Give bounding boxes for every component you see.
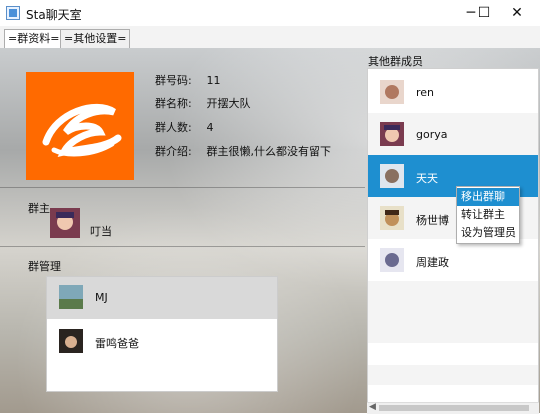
divider <box>0 246 365 247</box>
group-number-label: 群号码: <box>155 74 192 87</box>
empty-row <box>368 365 538 385</box>
group-count-label: 群人数: <box>155 121 192 134</box>
window-title: Sta聊天室 <box>26 8 82 22</box>
group-intro-label: 群介绍: <box>155 145 192 158</box>
group-name-value: 开摆大队 <box>206 97 251 110</box>
menu-item-transfer-owner[interactable]: 转让群主 <box>457 206 519 224</box>
members-title: 其他群成员 <box>368 55 423 68</box>
list-item[interactable]: ren <box>368 71 538 113</box>
member-name: 杨世博 <box>416 214 449 227</box>
member-name: ren <box>416 86 435 99</box>
group-logo <box>26 72 134 180</box>
menu-item-remove-from-group[interactable]: 移出群聊 <box>457 188 519 206</box>
group-name-label: 群名称: <box>155 97 192 110</box>
admin-name: 雷鸣爸爸 <box>95 337 139 350</box>
owner-name[interactable]: 叮当 <box>90 223 112 239</box>
tab-group-info[interactable]: =群资料= <box>4 29 64 49</box>
empty-row <box>368 281 538 323</box>
owner-section-label: 群主 <box>28 202 50 215</box>
group-count-row: 群人数: 4 <box>155 119 214 135</box>
member-name: 天天 <box>416 172 438 185</box>
avatar <box>59 329 83 353</box>
avatar <box>380 164 404 188</box>
tab-other-settings[interactable]: =其他设置= <box>60 29 131 49</box>
admin-list: MJ 雷鸣爸爸 <box>46 276 278 392</box>
list-item[interactable]: gorya <box>368 113 538 155</box>
list-item[interactable]: 雷鸣爸爸 <box>47 321 277 363</box>
scroll-left-icon[interactable]: ◀ <box>369 402 376 412</box>
empty-row <box>368 323 538 343</box>
owner-avatar[interactable] <box>50 208 80 238</box>
group-number-row: 群号码: 11 <box>155 72 221 88</box>
member-name: 周建政 <box>416 256 449 269</box>
group-name-row: 群名称: 开摆大队 <box>155 95 251 111</box>
admin-name: MJ <box>95 291 108 304</box>
group-count-value: 4 <box>206 121 214 134</box>
group-intro-value: 群主很懒,什么都没有留下 <box>206 145 332 158</box>
avatar <box>59 285 83 309</box>
member-name: gorya <box>416 128 448 141</box>
horizontal-scrollbar[interactable]: ◀ <box>367 402 539 414</box>
group-number-value: 11 <box>206 74 221 87</box>
close-button[interactable]: ✕ <box>494 0 540 26</box>
app-icon <box>6 6 20 20</box>
menu-item-set-admin[interactable]: 设为管理员 <box>457 224 519 242</box>
scroll-thumb[interactable] <box>379 405 529 411</box>
title-bar: Sta聊天室 ─ ☐ ✕ <box>0 0 540 26</box>
list-item[interactable]: MJ <box>47 277 277 319</box>
avatar <box>380 122 404 146</box>
list-item[interactable]: 周建政 <box>368 239 538 281</box>
tab-bar: =群资料= =其他设置= <box>0 26 540 49</box>
avatar <box>380 80 404 104</box>
avatar <box>380 206 404 230</box>
divider <box>0 187 365 188</box>
admin-section-label: 群管理 <box>28 260 61 273</box>
context-menu: 移出群聊 转让群主 设为管理员 <box>456 186 520 244</box>
group-intro-row: 群介绍: 群主很懒,什么都没有留下 <box>155 143 331 159</box>
avatar <box>380 248 404 272</box>
